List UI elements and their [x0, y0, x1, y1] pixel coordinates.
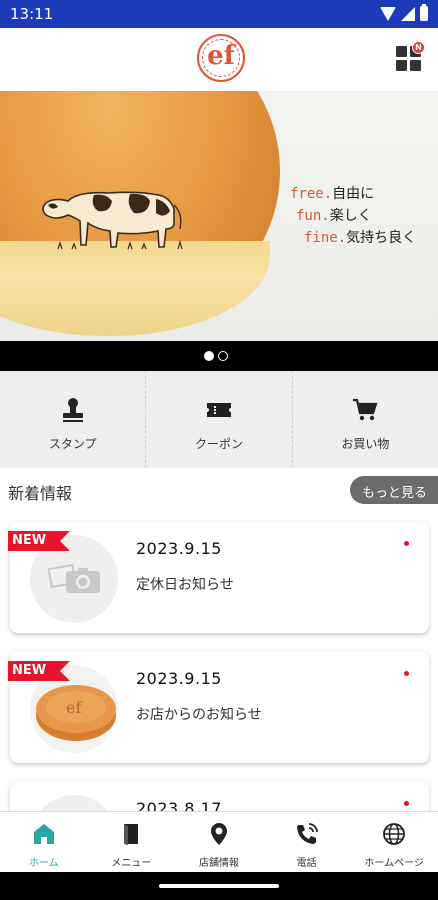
- nav-label: 店舗情報: [198, 858, 239, 869]
- tagline-row: fine.気持ち良く: [290, 227, 416, 249]
- placeholder-camera-icon: [48, 563, 100, 593]
- svg-text:ef: ef: [66, 698, 82, 717]
- grid-icon: [396, 46, 407, 57]
- status-time: 13:11: [10, 5, 54, 23]
- location-pin-icon: [210, 823, 227, 845]
- nav-label: メニュー: [111, 858, 152, 869]
- unread-indicator: [404, 541, 409, 546]
- app-header: ef N: [0, 28, 438, 91]
- shortcut-bar: スタンプ クーポン お買い物: [0, 371, 438, 468]
- tagline-en: fun.: [296, 208, 330, 224]
- hero-banner[interactable]: free.自由に fun.楽しく fine.気持ち良く: [0, 91, 438, 341]
- book-icon: [124, 824, 139, 845]
- status-bar: 13:11: [0, 0, 438, 28]
- stamp-icon: [62, 398, 83, 422]
- bottom-navigation: ホーム メニュー 店舗情報 電話 ホームページ: [0, 811, 438, 872]
- shortcut-shopping[interactable]: お買い物: [293, 371, 438, 468]
- logo-ring: [202, 39, 240, 77]
- nav-menu[interactable]: メニュー: [88, 812, 176, 872]
- signal-icon: [401, 6, 415, 21]
- tagline-row: free.自由に: [290, 183, 416, 205]
- tagline-en: fine.: [304, 230, 347, 246]
- nav-label: ホームページ: [364, 858, 424, 869]
- shortcut-stamp[interactable]: スタンプ: [0, 371, 147, 468]
- carousel-indicator: [0, 341, 438, 371]
- shortcut-coupon[interactable]: クーポン: [146, 371, 293, 468]
- system-gesture-bar: [0, 872, 438, 900]
- globe-icon: [383, 823, 406, 845]
- carousel-dot[interactable]: [218, 351, 228, 361]
- tagline-ja: 自由に: [332, 186, 375, 202]
- hero-tagline: free.自由に fun.楽しく fine.気持ち良く: [290, 183, 416, 249]
- news-section-title: 新着情報: [8, 484, 73, 503]
- battery-icon: [420, 4, 428, 21]
- nav-store-info[interactable]: 店舗情報: [175, 812, 263, 872]
- news-card[interactable]: ef NEW 2023.9.15 お店からのお知らせ: [8, 651, 429, 763]
- status-icons: [380, 4, 428, 21]
- notification-badge: N: [412, 41, 425, 54]
- home-gesture-handle[interactable]: [159, 884, 279, 888]
- cow-illustration: [42, 191, 183, 250]
- tagline-en: free.: [290, 186, 333, 202]
- unread-indicator: [404, 801, 409, 806]
- nav-phone[interactable]: 電話: [263, 812, 351, 872]
- news-date: 2023.9.15: [136, 539, 222, 558]
- news-card[interactable]: NEW 2023.9.15 定休日お知らせ: [8, 521, 429, 633]
- nav-home[interactable]: ホーム: [0, 812, 88, 872]
- tagline-row: fun.楽しく: [290, 205, 416, 227]
- news-text: お店からのお知らせ: [136, 707, 262, 723]
- brand-logo[interactable]: ef: [197, 34, 245, 82]
- new-badge: NEW: [8, 531, 70, 551]
- nav-label: ホーム: [28, 858, 59, 869]
- nav-label: 電話: [296, 858, 317, 869]
- cart-icon: [353, 398, 378, 421]
- shortcut-label: スタンプ: [48, 437, 97, 451]
- see-more-button[interactable]: もっと見る: [350, 476, 438, 504]
- tagline-ja: 気持ち良く: [346, 230, 417, 246]
- cheesecake-side: [0, 241, 270, 336]
- news-date: 2023.9.15: [136, 669, 222, 688]
- shortcut-label: クーポン: [194, 437, 243, 451]
- news-text: 定休日お知らせ: [136, 577, 234, 593]
- carousel-dot-active[interactable]: [204, 351, 214, 361]
- wifi-icon: [380, 6, 396, 21]
- unread-indicator: [404, 671, 409, 676]
- ticket-icon: [206, 403, 231, 417]
- grid-menu-button[interactable]: N: [396, 41, 425, 72]
- phone-icon: [296, 823, 318, 844]
- nav-homepage[interactable]: ホームページ: [350, 812, 438, 872]
- shortcut-label: お買い物: [341, 437, 390, 451]
- tagline-ja: 楽しく: [329, 208, 372, 224]
- home-icon: [33, 824, 54, 844]
- new-badge: NEW: [8, 661, 70, 681]
